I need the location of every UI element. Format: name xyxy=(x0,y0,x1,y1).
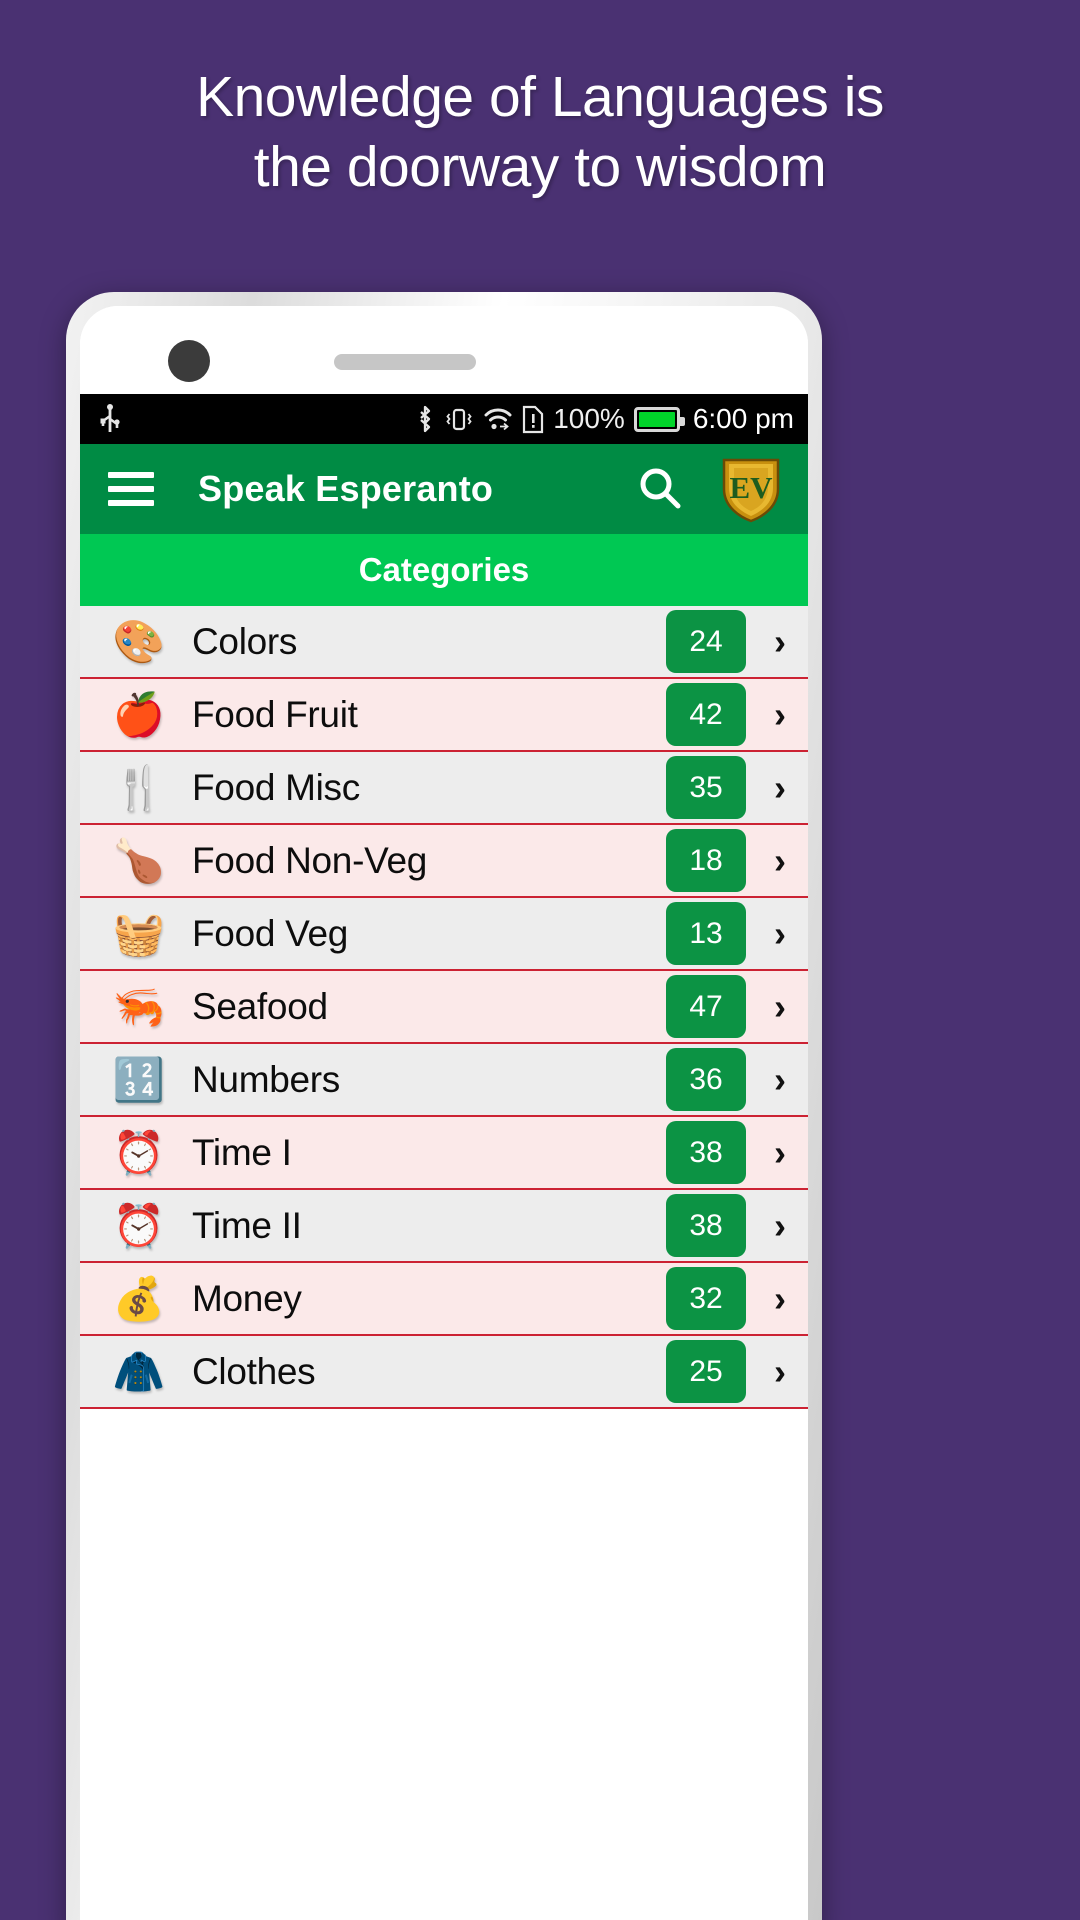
category-label: Food Fruit xyxy=(192,693,358,735)
money-bag-icon: 💰 xyxy=(112,1274,166,1322)
alarm-clock-icon: ⏰ xyxy=(112,1128,166,1176)
category-row[interactable]: ⏰ Time II 38 › xyxy=(80,1190,808,1263)
category-label: Money xyxy=(192,1277,302,1319)
promo-line-1: Knowledge of Languages is xyxy=(196,65,884,129)
app-screen: 100% 6:00 pm Speak Esperanto EV Categori… xyxy=(80,394,808,1920)
chevron-right-icon[interactable]: › xyxy=(762,1205,808,1247)
category-row[interactable]: 💰 Money 32 › xyxy=(80,1263,808,1336)
category-label: Time I xyxy=(192,1131,292,1173)
category-label: Time II xyxy=(192,1204,302,1246)
categories-header: Categories xyxy=(80,534,808,606)
category-count-badge: 35 xyxy=(666,756,746,819)
category-label: Colors xyxy=(192,620,298,662)
hamburger-menu-icon[interactable] xyxy=(108,464,154,514)
category-count-badge: 38 xyxy=(666,1194,746,1257)
paint-palette-icon: 🎨 xyxy=(112,617,166,665)
chevron-right-icon[interactable]: › xyxy=(762,986,808,1028)
status-bar: 100% 6:00 pm xyxy=(80,394,808,444)
front-camera-icon xyxy=(168,340,210,382)
chevron-right-icon[interactable]: › xyxy=(762,767,808,809)
promo-line-2: the doorway to wisdom xyxy=(253,135,827,199)
usb-icon xyxy=(100,404,120,432)
fork-knife-icon: 🍴 xyxy=(112,763,166,811)
category-row[interactable]: 🦐 Seafood 47 › xyxy=(80,971,808,1044)
category-label: Food Veg xyxy=(192,912,349,954)
vibrate-icon xyxy=(446,408,472,431)
chevron-right-icon[interactable]: › xyxy=(762,694,808,736)
vegetable-basket-icon: 🧺 xyxy=(112,909,166,957)
category-label: Food Misc xyxy=(192,766,360,808)
chevron-right-icon[interactable]: › xyxy=(762,1278,808,1320)
phone-screen-container: 100% 6:00 pm Speak Esperanto EV Categori… xyxy=(80,306,808,1920)
chevron-right-icon[interactable]: › xyxy=(762,1351,808,1393)
search-icon[interactable] xyxy=(636,465,684,513)
earpiece-speaker xyxy=(334,354,476,370)
category-row[interactable]: 🎨 Colors 24 › xyxy=(80,606,808,679)
category-label: Seafood xyxy=(192,985,328,1027)
jacket-icon: 🧥 xyxy=(112,1347,166,1395)
status-bar-clock: 6:00 pm xyxy=(692,403,794,434)
phone-top-bezel xyxy=(80,306,808,394)
category-count-badge: 38 xyxy=(666,1121,746,1184)
chevron-right-icon[interactable]: › xyxy=(762,1132,808,1174)
chevron-right-icon[interactable]: › xyxy=(762,621,808,663)
category-count-badge: 42 xyxy=(666,683,746,746)
promo-headline: Knowledge of Languages is the doorway to… xyxy=(0,62,1080,202)
poultry-leg-icon: 🍗 xyxy=(112,836,166,884)
apple-icon: 🍎 xyxy=(112,690,166,738)
battery-percent-label: 100% xyxy=(553,403,625,434)
chevron-right-icon[interactable]: › xyxy=(762,913,808,955)
ev-logo-text: EV xyxy=(729,470,773,505)
category-row[interactable]: 🍴 Food Misc 35 › xyxy=(80,752,808,825)
category-count-badge: 25 xyxy=(666,1340,746,1403)
categories-header-label: Categories xyxy=(358,551,530,588)
battery-full-icon xyxy=(633,406,685,432)
category-count-badge: 24 xyxy=(666,610,746,673)
category-label: Clothes xyxy=(192,1350,316,1392)
category-count-badge: 47 xyxy=(666,975,746,1038)
status-bar-left xyxy=(98,404,122,434)
app-bar: Speak Esperanto EV xyxy=(80,444,808,534)
category-count-badge: 36 xyxy=(666,1048,746,1111)
category-count-badge: 32 xyxy=(666,1267,746,1330)
bluetooth-icon xyxy=(420,405,431,433)
category-label: Food Non-Veg xyxy=(192,839,428,881)
phone-mockup: 100% 6:00 pm Speak Esperanto EV Categori… xyxy=(66,292,822,1920)
ev-shield-logo-icon[interactable]: EV xyxy=(720,455,782,523)
alarm-clock-icon: ⏰ xyxy=(112,1201,166,1249)
category-row[interactable]: ⏰ Time I 38 › xyxy=(80,1117,808,1190)
category-row[interactable]: 🧥 Clothes 25 › xyxy=(80,1336,808,1409)
wifi-icon xyxy=(484,408,512,431)
chevron-right-icon[interactable]: › xyxy=(762,840,808,882)
category-row[interactable]: 🧺 Food Veg 13 › xyxy=(80,898,808,971)
numbers-icon: 🔢 xyxy=(112,1055,166,1103)
category-count-badge: 18 xyxy=(666,829,746,892)
app-bar-actions: EV xyxy=(636,455,782,523)
category-label: Numbers xyxy=(192,1058,340,1100)
seafood-icon: 🦐 xyxy=(112,982,166,1030)
page-title: Speak Esperanto xyxy=(198,468,494,509)
category-row[interactable]: 🍎 Food Fruit 42 › xyxy=(80,679,808,752)
category-row[interactable]: 🍗 Food Non-Veg 18 › xyxy=(80,825,808,898)
status-bar-right: 100% 6:00 pm xyxy=(415,403,794,435)
chevron-right-icon[interactable]: › xyxy=(762,1059,808,1101)
category-list: 🎨 Colors 24 › 🍎 Food Fruit 42 › 🍴 Food Misc 35 › 🍗 Fo… xyxy=(80,606,808,1409)
category-count-badge: 13 xyxy=(666,902,746,965)
sim-alert-icon xyxy=(523,405,544,433)
category-row[interactable]: 🔢 Numbers 36 › xyxy=(80,1044,808,1117)
